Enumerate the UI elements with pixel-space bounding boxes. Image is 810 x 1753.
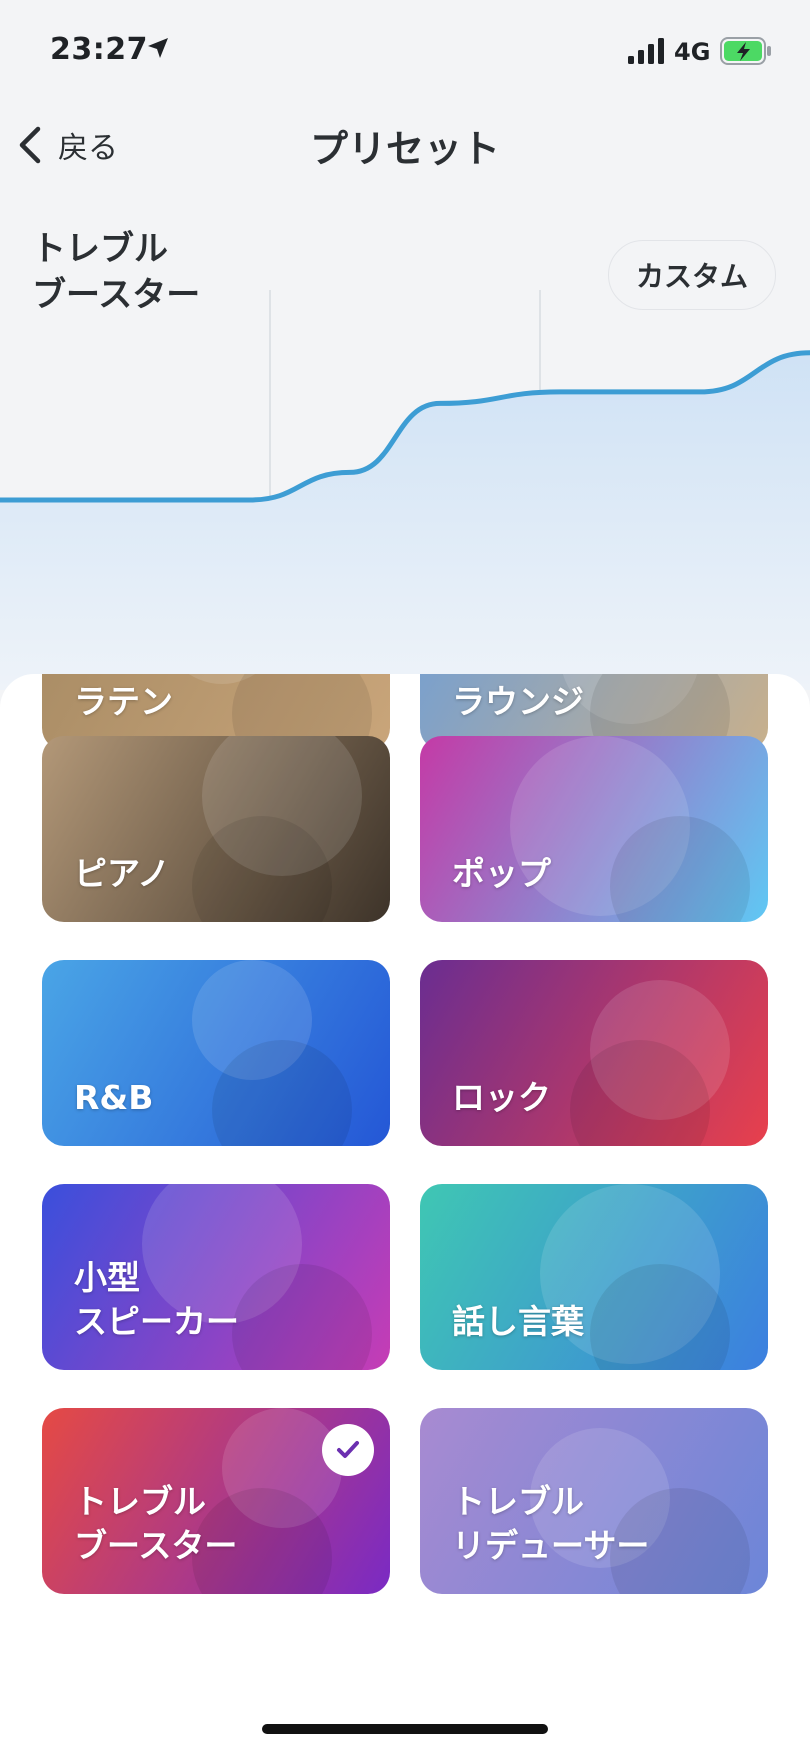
preset-card[interactable]: ピアノ — [42, 736, 390, 922]
current-preset-name: トレブル ブースター — [32, 229, 201, 315]
preset-label-line1: 小型 — [74, 1258, 140, 1297]
custom-button[interactable]: カスタム — [608, 240, 776, 310]
status-time: 23:27 — [50, 32, 148, 67]
eq-curve-area — [0, 352, 810, 690]
preset-card-label: ロック — [452, 1076, 551, 1120]
preset-label-line1: ラウンジ — [452, 682, 584, 721]
selected-check-icon — [322, 1424, 374, 1476]
preset-label-line2: リデューサー — [452, 1526, 650, 1565]
status-bar: 23:27 4G — [0, 0, 810, 100]
preset-card[interactable]: ロック — [420, 960, 768, 1146]
preset-card[interactable]: 話し言葉 — [420, 1184, 768, 1370]
page-title: プリセット — [309, 127, 500, 171]
preset-card-label: R&B — [74, 1076, 153, 1120]
preset-card[interactable]: 小型 スピーカー — [42, 1184, 390, 1370]
preset-label-line1: 話し言葉 — [452, 1302, 584, 1341]
preset-card-label: ラテン — [74, 680, 173, 724]
preset-label-line1: トレブル — [74, 1482, 206, 1521]
preset-label-line1: トレブル — [452, 1482, 584, 1521]
preset-card-label: トレブル ブースター — [74, 1480, 237, 1568]
preset-card[interactable]: トレブルリデューサー — [420, 1408, 768, 1594]
network-type: 4G — [674, 38, 711, 66]
location-arrow-icon — [148, 38, 168, 58]
cellular-signal-icon — [628, 38, 664, 64]
preset-label-line2: スピーカー — [74, 1302, 239, 1341]
navigation-bar: 戻る プリセット — [0, 100, 810, 190]
preset-card-label: トレブルリデューサー — [452, 1480, 649, 1568]
preset-card-label: ポップ — [452, 852, 551, 896]
preset-card-label: ラウンジ — [452, 680, 584, 724]
preset-label-line1: ポップ — [452, 854, 551, 893]
preset-sheet: ラテン ラウンジ ピアノ ポップ R&B ロック 小型スピーカー 話し言葉 トレ… — [0, 674, 810, 1753]
preset-card-label: 小型 スピーカー — [74, 1256, 239, 1344]
preset-label-line2: ブースター — [74, 1526, 238, 1565]
battery-charging-icon — [720, 37, 771, 65]
preset-label-line1: ピアノ — [74, 854, 171, 893]
preset-card-label: 話し言葉 — [452, 1300, 584, 1344]
preset-card[interactable]: ポップ — [420, 736, 768, 922]
home-indicator — [262, 1724, 548, 1734]
preset-label-line1: ラテン — [74, 682, 173, 721]
preset-grid: ラテン ラウンジ ピアノ ポップ R&B ロック 小型スピーカー 話し言葉 トレ… — [0, 674, 810, 1753]
preset-card[interactable]: R&B — [42, 960, 390, 1146]
preset-card[interactable]: トレブル ブースター — [42, 1408, 390, 1594]
eq-chart-area: トレブル ブースター カスタム — [0, 190, 810, 690]
preset-card-label: ピアノ — [74, 852, 170, 896]
preset-label-line1: ロック — [452, 1078, 551, 1117]
preset-label-line1: R&B — [74, 1078, 154, 1117]
